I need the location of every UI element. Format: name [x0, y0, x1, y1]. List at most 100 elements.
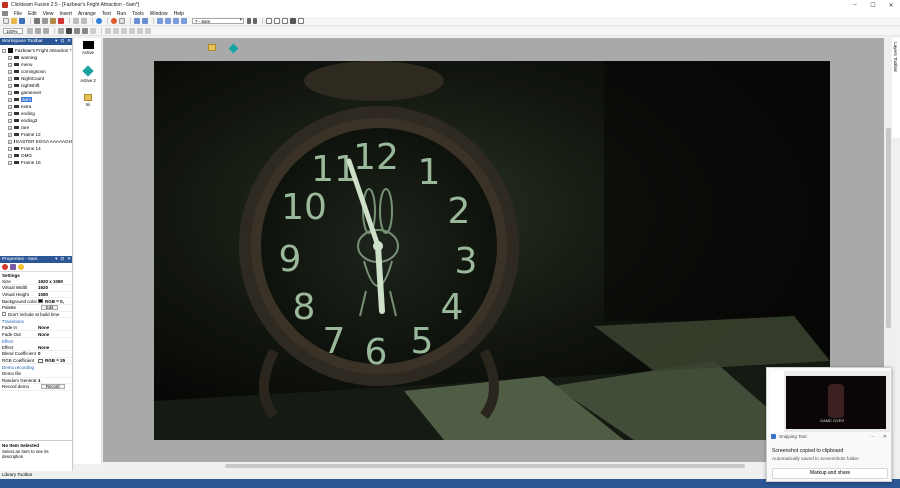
transitions-link[interactable]: Transitions — [2, 318, 72, 325]
property-row-size[interactable]: Size 1920 x 1080 — [2, 279, 72, 286]
maximize-button[interactable]: ☐ — [864, 0, 882, 10]
align-left-icon[interactable] — [105, 28, 111, 34]
wrap-icon[interactable] — [43, 28, 49, 34]
layers-toolbar-tab[interactable]: Layers Toolbar — [892, 38, 900, 138]
menu-arrange[interactable]: Arrange — [75, 11, 99, 17]
tree-item-frame[interactable]: + gameover — [0, 89, 72, 96]
delete-icon[interactable] — [58, 18, 64, 24]
property-row-virtual-height[interactable]: Virtual Height 1080 — [2, 292, 72, 299]
panel-pin-icon[interactable]: ⊡ — [60, 38, 64, 44]
vertical-scroll-thumb[interactable] — [886, 128, 891, 328]
menu-insert[interactable]: Insert — [56, 11, 75, 17]
panel-dropdown-icon[interactable]: ▾ — [55, 38, 57, 44]
library-toolbar-tab[interactable]: Library Toolbar — [0, 471, 73, 479]
property-value[interactable]: None — [38, 325, 72, 330]
system-menu-icon[interactable] — [2, 11, 8, 16]
snipping-notification[interactable]: GAME OVER Snipping Tool ··· ✕ Screenshot… — [766, 367, 892, 482]
align-bottom-icon[interactable] — [137, 28, 143, 34]
markup-and-share-button[interactable]: Markup and share — [772, 468, 888, 479]
strikethrough-icon[interactable] — [90, 28, 96, 34]
pen-icon[interactable] — [35, 28, 41, 34]
tree-item-frame[interactable]: + OMG — [0, 152, 72, 159]
help-icon[interactable] — [96, 18, 102, 24]
property-row-demo-file[interactable]: Demo file — [2, 371, 72, 378]
record-button[interactable]: Record — [41, 384, 65, 390]
expand-icon[interactable]: + — [8, 76, 12, 81]
expand-icon[interactable]: + — [8, 160, 12, 165]
show-hidden-icon[interactable] — [282, 18, 288, 24]
menu-run[interactable]: Run — [114, 11, 129, 17]
filter-icon[interactable] — [58, 28, 64, 34]
runtime-options-tab-icon[interactable] — [10, 264, 16, 270]
property-row-blend-coefficient[interactable]: Blend Coefficient 0 — [2, 351, 72, 358]
property-row-background-color[interactable]: Background color RGB = 0, — [2, 298, 72, 305]
save-icon[interactable] — [19, 18, 25, 24]
property-value[interactable]: 1 — [38, 378, 72, 383]
collapse-icon[interactable]: − — [2, 48, 6, 53]
property-value[interactable]: None — [38, 332, 72, 337]
tree-item-frame[interactable]: + NightCount — [0, 75, 72, 82]
tree-item-frame[interactable]: + comingsoon — [0, 68, 72, 75]
minimize-button[interactable]: – — [846, 0, 864, 10]
copy-icon[interactable] — [42, 18, 48, 24]
property-value[interactable]: 1080 — [38, 292, 72, 297]
tree-item-frame[interactable]: + nightshift — [0, 82, 72, 89]
data-elements-icon[interactable] — [173, 18, 179, 24]
redo-icon[interactable] — [81, 18, 87, 24]
frame-editor-icon[interactable] — [142, 18, 148, 24]
open-folder-icon[interactable] — [11, 18, 17, 24]
background-color-value[interactable]: RGB = 0, — [38, 299, 72, 304]
menu-text[interactable]: Text — [99, 11, 114, 17]
color-swatch[interactable] — [38, 358, 43, 363]
next-frame-icon[interactable] — [253, 18, 257, 24]
property-value[interactable]: None — [38, 345, 72, 350]
property-row-rgb-coefficient[interactable]: RGB Coefficient RGB = 25 — [2, 358, 72, 365]
grid-icon[interactable] — [266, 18, 272, 24]
menu-tools[interactable]: Tools — [129, 11, 147, 17]
event-editor-icon[interactable] — [157, 18, 163, 24]
panel-close-icon[interactable]: ✕ — [67, 38, 71, 44]
background-picture[interactable]: 12 1 2 3 4 5 6 7 8 9 10 11 — [154, 61, 830, 440]
property-value[interactable]: 1920 — [38, 285, 72, 290]
menu-view[interactable]: View — [40, 11, 57, 17]
property-value[interactable]: 1920 x 1080 — [38, 279, 72, 284]
frame-canvas[interactable]: 12 1 2 3 4 5 6 7 8 9 10 11 — [154, 61, 830, 440]
tree-item-frame[interactable]: + ending2 — [0, 117, 72, 124]
tree-item-frame[interactable]: + EASTER EGGA AAAAAGH — [0, 138, 72, 145]
bold-icon[interactable] — [66, 28, 72, 34]
settings-tab-icon[interactable] — [2, 264, 8, 270]
tree-item-frame[interactable]: + rare — [0, 124, 72, 131]
rgb-coefficient-value[interactable]: RGB = 25 — [38, 358, 72, 363]
tree-item-frame[interactable]: +6am — [0, 96, 72, 103]
tree-item-frame[interactable]: + menu — [0, 61, 72, 68]
underline-icon[interactable] — [82, 28, 88, 34]
distribute-icon[interactable] — [145, 28, 151, 34]
stop-icon[interactable] — [111, 18, 117, 24]
expand-icon[interactable]: + — [8, 132, 12, 137]
layers-icon[interactable] — [181, 18, 187, 24]
italic-icon[interactable] — [74, 28, 80, 34]
close-notification-icon[interactable]: ✕ — [883, 434, 887, 440]
tree-item-frame[interactable]: + extra — [0, 103, 72, 110]
menu-file[interactable]: File — [11, 11, 25, 17]
property-row-virtual-width[interactable]: Virtual Width 1920 — [2, 285, 72, 292]
zoom-input[interactable]: 100% — [3, 28, 23, 34]
tree-item-frame[interactable]: + warning — [0, 54, 72, 61]
expand-icon[interactable]: + — [8, 118, 12, 123]
screenshot-preview[interactable]: GAME OVER — [770, 371, 890, 432]
fit-window-icon[interactable] — [298, 18, 304, 24]
menu-help[interactable]: Help — [171, 11, 187, 17]
zoom-options-icon[interactable] — [27, 28, 33, 34]
expand-icon[interactable]: + — [8, 83, 12, 88]
tree-item-frame[interactable]: + Frame 16 — [0, 159, 72, 166]
align-center-icon[interactable] — [113, 28, 119, 34]
tree-item-frame[interactable]: + Frame 12 — [0, 131, 72, 138]
shelf-object-active[interactable]: Active — [74, 41, 102, 55]
expand-icon[interactable]: + — [8, 104, 12, 109]
tree-item-frame[interactable]: + ending — [0, 110, 72, 117]
run-frame-icon[interactable] — [119, 18, 125, 24]
shelf-object-active2[interactable]: Active 2 — [74, 65, 102, 83]
shelf-object-ini[interactable]: Ini — [74, 94, 102, 107]
center-view-icon[interactable] — [290, 18, 296, 24]
close-button[interactable]: ✕ — [882, 0, 900, 10]
